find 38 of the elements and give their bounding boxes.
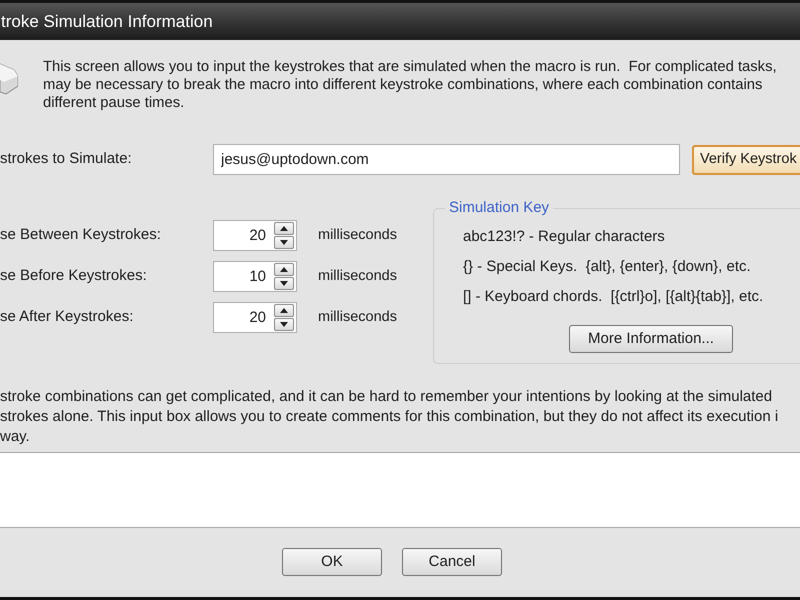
caret-down-icon: [280, 281, 288, 286]
spin-down-button[interactable]: [274, 236, 294, 249]
verify-keystrokes-button[interactable]: Verify Keystrok: [692, 144, 800, 174]
field-label: se Before Keystrokes:: [0, 266, 148, 286]
dialog-button[interactable]: Cancel: [402, 548, 502, 576]
caret-down-icon: [280, 322, 288, 327]
key-description: {} - Special Keys. {alt}, {enter}, {down}, etc.: [463, 257, 751, 277]
keystrokes-field[interactable]: jesus@uptodown.com: [213, 144, 680, 175]
more-information-button[interactable]: More Information...: [569, 325, 733, 353]
number-field[interactable]: 20: [214, 221, 274, 250]
spin-box[interactable]: 10: [213, 261, 297, 292]
field-label: strokes to Simulate:: [0, 149, 133, 170]
field-label: se After Keystrokes:: [0, 307, 134, 328]
spin-down-button[interactable]: [274, 277, 294, 290]
comments-field[interactable]: [0, 452, 800, 528]
comments-help-text: stroke combinations can get complicated, and it can be hard to remember your intentions by looking at the simulated strokes alone. This input box allows you to create comments for this combination, but they do not affect its execution i way.: [0, 387, 780, 447]
unit-label: milliseconds: [318, 308, 397, 327]
caret-up-icon: [280, 267, 288, 272]
spin-up-button[interactable]: [274, 222, 294, 235]
spin-box[interactable]: 20: [213, 220, 297, 251]
spin-down-button[interactable]: [274, 318, 294, 331]
key-description: [] - Keyboard chords. [{ctrl}o], [{alt}{tab}], etc.: [463, 287, 764, 307]
number-field[interactable]: 20: [214, 303, 274, 332]
spin-box[interactable]: 20: [213, 302, 297, 333]
group-title: Simulation Key: [448, 200, 550, 216]
window-title: troke Simulation Information: [0, 10, 213, 33]
key-description: abc123!? - Regular characters: [463, 227, 665, 247]
number-field[interactable]: 10: [214, 262, 274, 291]
caret-up-icon: [280, 226, 288, 231]
spin-up-button[interactable]: [274, 263, 294, 276]
intro-text: This screen allows you to input the keystrokes that are simulated when the macro is run. For complicated tasks, may be necessary to break the macro into different keystroke combinations, where each combination contains different pause times.: [43, 58, 777, 112]
spin-up-button[interactable]: [274, 304, 294, 317]
unit-label: milliseconds: [318, 266, 397, 286]
dialog-button[interactable]: OK: [282, 548, 382, 576]
field-label: se Between Keystrokes:: [0, 225, 162, 246]
unit-label: milliseconds: [318, 226, 397, 245]
caret-down-icon: [280, 240, 288, 245]
caret-up-icon: [280, 308, 288, 313]
